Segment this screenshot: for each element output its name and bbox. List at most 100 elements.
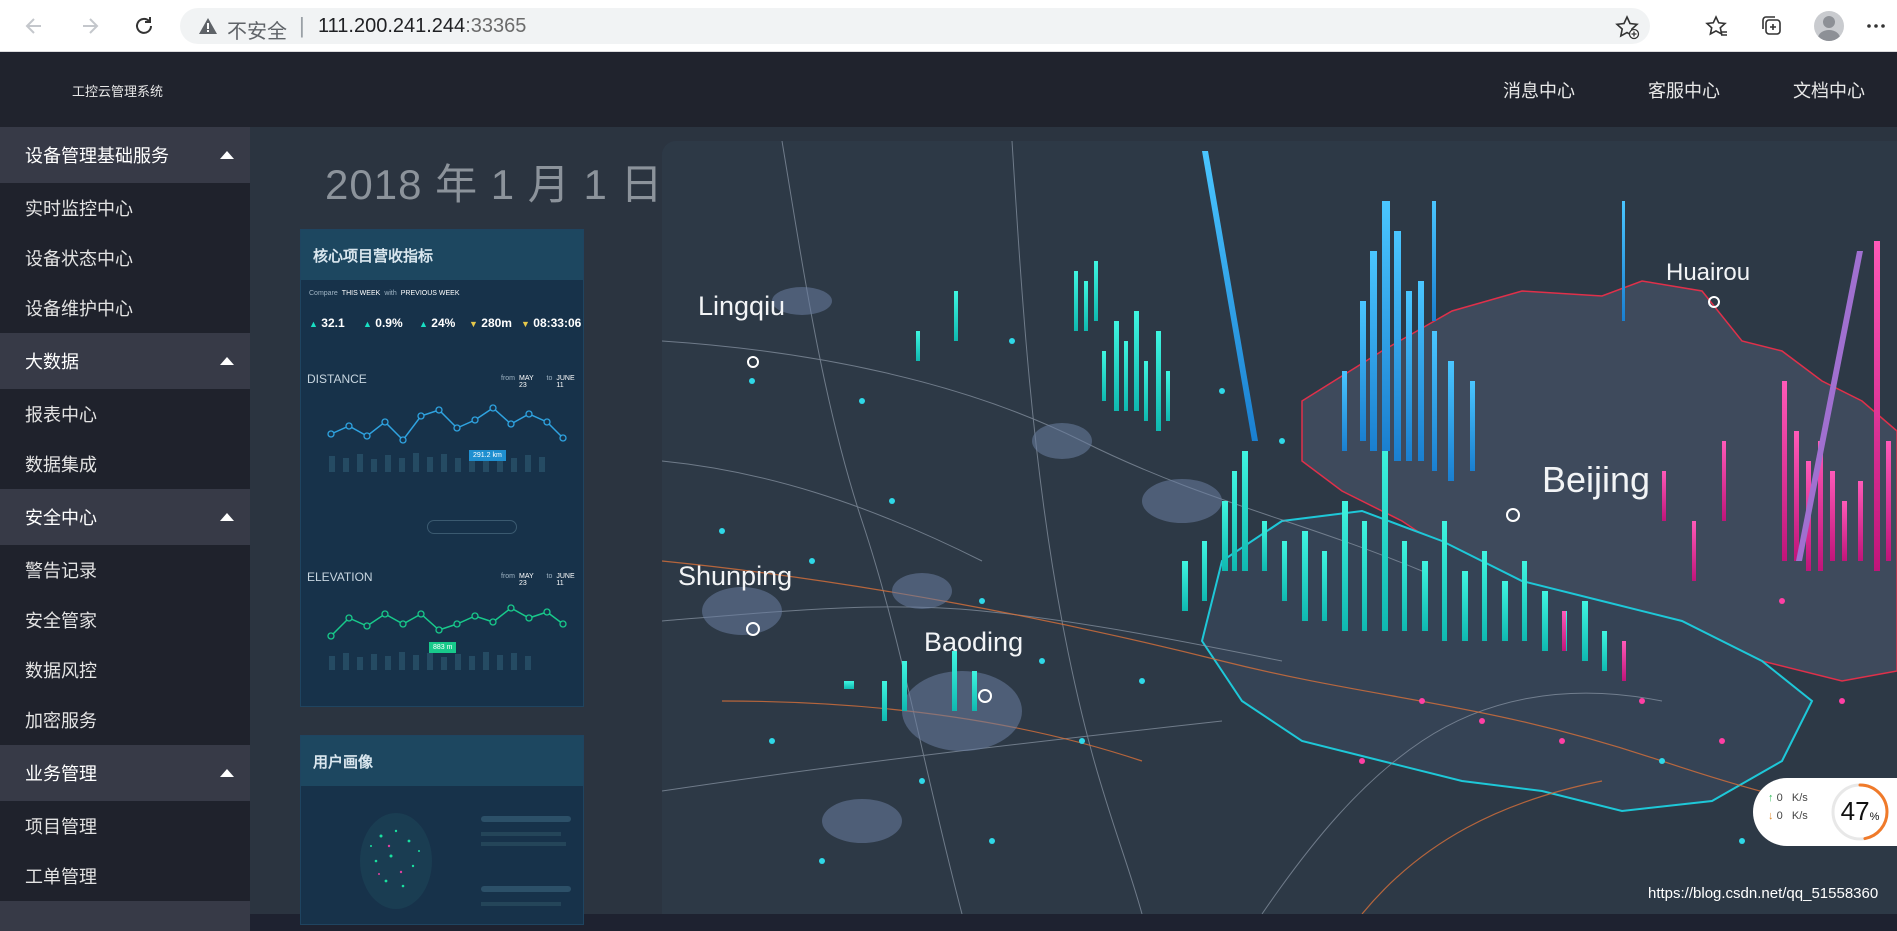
nav-docs-center[interactable]: 文档中心 — [1793, 77, 1865, 103]
favorites-icon[interactable] — [1703, 12, 1731, 40]
address-bar[interactable]: 不安全 | 111.200.241.244:33365 — [180, 8, 1650, 44]
network-speed-widget[interactable]: ↑ 0 K/s ↓ 0 K/s 47% — [1753, 778, 1897, 846]
warning-icon — [199, 18, 217, 34]
watermark: https://blog.csdn.net/qq_51558360 — [1648, 885, 1879, 902]
sidebar-group-partial[interactable] — [0, 901, 250, 931]
distance-tooltip: 291.2 km — [469, 450, 506, 461]
city-label-beijing: Beijing — [1542, 459, 1651, 500]
sidebar-item-work-orders[interactable]: 工单管理 — [0, 851, 250, 901]
stat-value: 32.1 — [321, 316, 345, 330]
sidebar-item-reports[interactable]: 报表中心 — [0, 389, 250, 439]
percent-sign: % — [1869, 811, 1880, 823]
distance-to: JUNE 11 — [556, 375, 575, 389]
beijing-3d-map[interactable]: Lingqiu Shunping Baoding Huairou Beijing — [662, 141, 1897, 914]
distance-label: DISTANCE — [307, 372, 367, 386]
collapse-arrow-icon[interactable] — [220, 769, 234, 777]
percent-value: 47 — [1840, 796, 1870, 826]
to-label: to — [546, 573, 553, 580]
sidebar-item-alert-records[interactable]: 警告记录 — [0, 545, 250, 595]
url-text: 111.200.241.244:33365 — [318, 15, 526, 38]
upload-value: 0 — [1776, 792, 1783, 804]
sidebar-item-device-status[interactable]: 设备状态中心 — [0, 233, 250, 283]
main-content: 2018 年 1 月 1 日 核心项目营收指标 Compare THIS WEE… — [250, 127, 1897, 925]
collapse-arrow-icon[interactable] — [220, 357, 234, 365]
city-label-baoding: Baoding — [924, 627, 1024, 657]
page-date: 2018 年 1 月 1 日 — [325, 161, 664, 208]
address-separator: | — [299, 13, 305, 38]
elevation-tooltip: 883 m — [429, 642, 457, 653]
upload-arrow-icon: ↑ — [1768, 792, 1774, 804]
stat-3: ▲ 24% — [419, 316, 455, 330]
sidebar-item-device-maintenance[interactable]: 设备维护中心 — [0, 283, 250, 333]
distance-from: MAY 23 — [519, 375, 534, 389]
elevation-range[interactable]: from MAY 23 to JUNE 11 — [501, 573, 583, 587]
revenue-panel: 核心项目营收指标 Compare THIS WEEK with PREVIOUS… — [300, 229, 584, 707]
compare-label: Compare — [309, 290, 338, 297]
map-graphic — [662, 141, 1897, 914]
sidebar-group-business[interactable]: 业务管理 — [0, 745, 250, 801]
sidebar-group-label: 大数据 — [25, 352, 79, 372]
collections-icon[interactable] — [1758, 12, 1786, 40]
sidebar-item-realtime-monitor[interactable]: 实时监控中心 — [0, 183, 250, 233]
trend-up-icon: ▲ — [363, 319, 372, 329]
from-label: from — [501, 375, 515, 382]
elevation-line-chart — [327, 604, 567, 670]
trend-down-icon: ▼ — [521, 319, 530, 329]
back-icon[interactable] — [18, 10, 50, 42]
to-label: to — [546, 375, 553, 382]
elevation-label: ELEVATION — [307, 570, 373, 584]
collapse-arrow-icon[interactable] — [220, 513, 234, 521]
download-unit: K/s — [1791, 810, 1808, 822]
sidebar-group-security[interactable]: 安全中心 — [0, 489, 250, 545]
stat-1: ▲ 32.1 — [309, 316, 345, 330]
city-label-lingqiu: Lingqiu — [698, 291, 786, 321]
download-arrow-icon: ↓ — [1768, 810, 1774, 822]
reload-icon[interactable] — [128, 10, 160, 42]
sidebar-group-label: 业务管理 — [25, 764, 97, 784]
distance-range[interactable]: from MAY 23 to JUNE 11 — [501, 375, 583, 389]
panel-title: 核心项目营收指标 — [301, 230, 583, 280]
stat-2: ▲ 0.9% — [363, 316, 403, 330]
download-value: 0 — [1776, 810, 1783, 822]
upload-speed: ↑ 0 K/s — [1768, 792, 1808, 804]
pager-control[interactable] — [427, 520, 517, 534]
insecure-label: 不安全 — [227, 21, 287, 43]
panel-title: 用户画像 — [301, 736, 583, 786]
sidebar-group-label: 安全中心 — [25, 508, 97, 528]
trend-up-icon: ▲ — [419, 319, 428, 329]
upload-unit: K/s — [1791, 792, 1808, 804]
stat-value: 280m — [481, 316, 512, 330]
nav-message-center[interactable]: 消息中心 — [1503, 77, 1575, 103]
app-header: 工控云管理系统 消息中心 客服中心 文档中心 — [0, 53, 1897, 127]
sidebar-item-data-risk[interactable]: 数据风控 — [0, 645, 250, 695]
user-profile-panel: 用户画像 — [300, 735, 584, 925]
add-favorite-icon[interactable] — [1614, 14, 1640, 40]
sidebar-item-projects[interactable]: 项目管理 — [0, 801, 250, 851]
more-options-icon[interactable] — [1862, 12, 1890, 40]
city-label-shunping: Shunping — [678, 561, 793, 591]
stat-value: 24% — [431, 316, 456, 330]
sidebar-item-security-butler[interactable]: 安全管家 — [0, 595, 250, 645]
from-label: from — [501, 573, 515, 580]
stat-value: 0.9% — [375, 316, 403, 330]
sidebar-group-device-basic[interactable]: 设备管理基础服务 — [0, 127, 250, 183]
sidebar-item-encryption[interactable]: 加密服务 — [0, 695, 250, 745]
this-week-select[interactable]: THIS WEEK — [342, 290, 381, 297]
sidebar-group-big-data[interactable]: 大数据 — [0, 333, 250, 389]
browser-toolbar: 不安全 | 111.200.241.244:33365 — [0, 0, 1897, 52]
elevation-from: MAY 23 — [519, 573, 534, 587]
forward-icon[interactable] — [74, 10, 106, 42]
previous-week-select[interactable]: PREVIOUS WEEK — [401, 290, 460, 297]
compare-row: Compare THIS WEEK with PREVIOUS WEEK — [309, 290, 460, 297]
stat-5: ▼ 08:33:06 — [521, 316, 581, 330]
sidebar-item-data-integration[interactable]: 数据集成 — [0, 439, 250, 489]
profile-list-item — [481, 842, 566, 846]
head-particle-graphic — [360, 813, 432, 909]
url-host: 111.200.241.244 — [318, 15, 466, 37]
trend-up-icon: ▲ — [309, 319, 318, 329]
profile-list-item — [481, 816, 571, 822]
collapse-arrow-icon[interactable] — [220, 151, 234, 159]
profile-avatar-icon[interactable] — [1814, 11, 1844, 41]
nav-support-center[interactable]: 客服中心 — [1648, 77, 1720, 103]
cpu-usage-percent: 47% — [1833, 796, 1887, 827]
